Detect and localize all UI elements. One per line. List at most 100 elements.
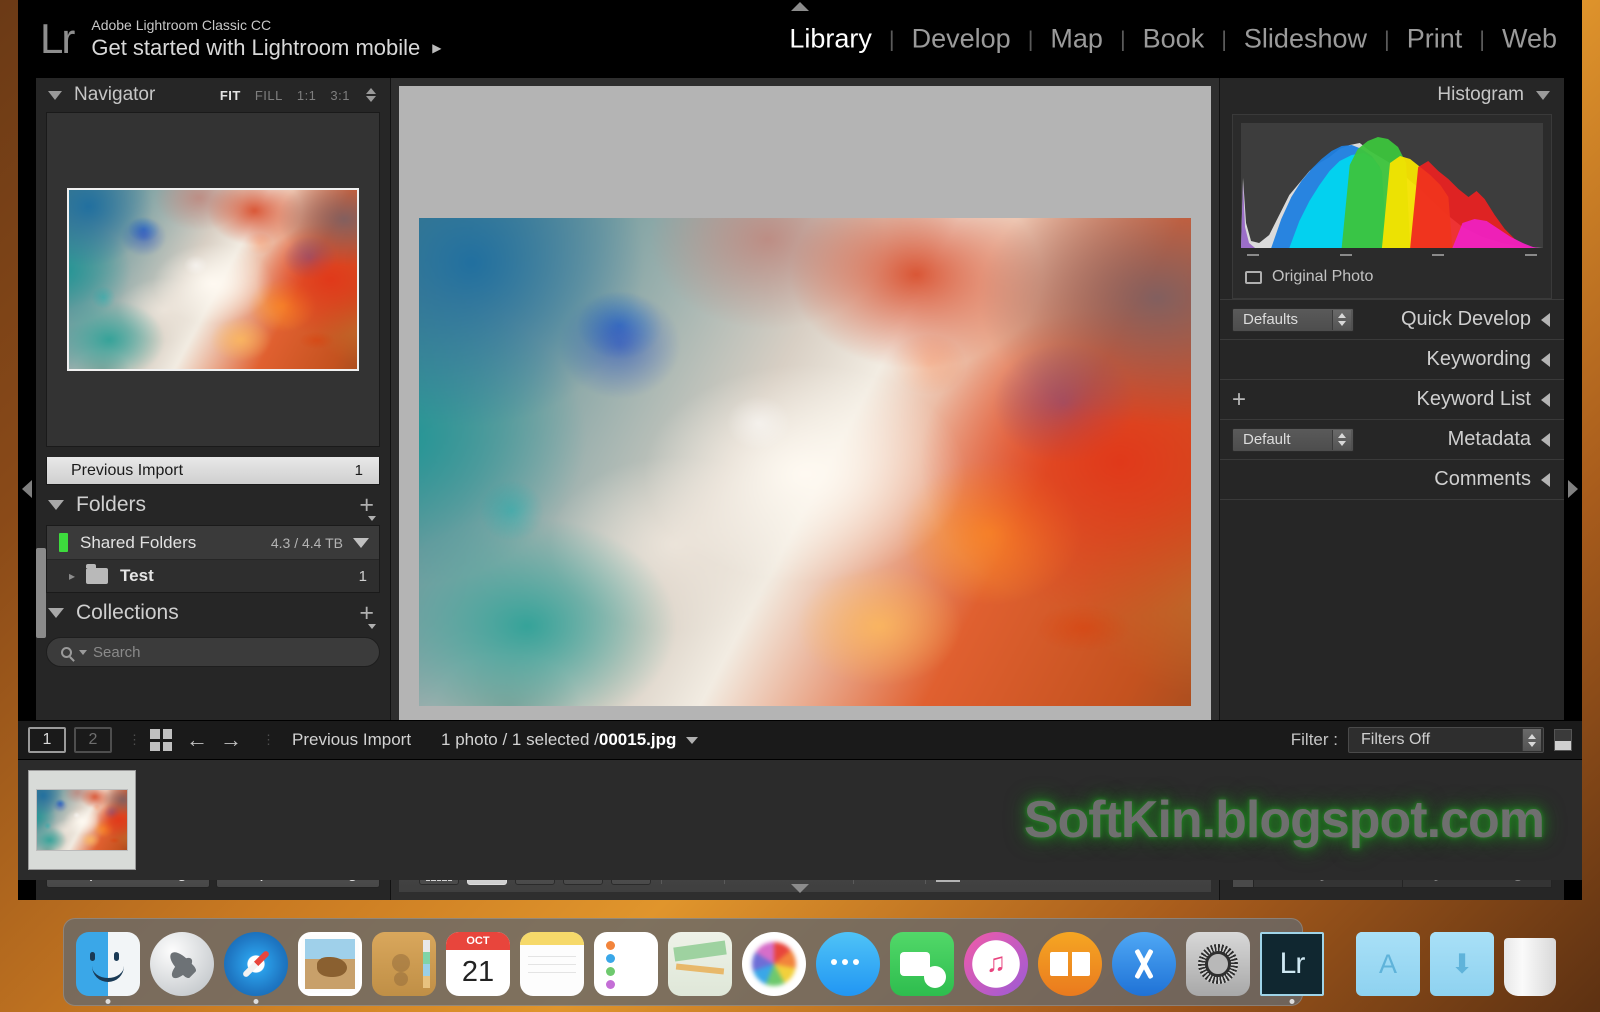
left-collapse-arrow-icon[interactable] [22,480,32,498]
search-icon [61,646,72,658]
module-library[interactable]: Library [772,24,889,55]
trash-icon [1504,938,1556,996]
filmstrip-collapse-arrow-icon[interactable] [791,884,809,893]
keyword-list-disclosure-icon[interactable] [1541,392,1550,407]
left-panel-scrollbar[interactable] [36,548,46,638]
zoom-3-1[interactable]: 3:1 [330,88,350,103]
panel-keywording[interactable]: Keywording [1220,339,1564,379]
filter-toggle-icon[interactable] [1554,729,1572,751]
filter-area: Filter : Filters Off [1291,727,1572,753]
launchpad-icon [150,932,214,996]
navigate-back-icon[interactable]: ← [186,729,208,751]
add-collection-button[interactable]: + [359,600,376,629]
filmstrip-selection-info: 1 photo / 1 selected /00015.jpg [441,730,676,750]
zoom-fit[interactable]: FIT [220,88,241,103]
dock-item-facetime[interactable] [890,928,954,996]
identity-plate-arrow-icon[interactable]: ▶ [432,41,441,56]
dock-item-finder[interactable] [76,928,140,1004]
dock-item-notes[interactable] [520,928,584,996]
module-slideshow[interactable]: Slideshow [1227,24,1384,55]
dock-item-reminders[interactable] [594,928,658,996]
panel-quick-develop[interactable]: Defaults Quick Develop [1220,299,1564,339]
identity-bar: Lr Adobe Lightroom Classic CC Get starte… [18,0,1582,78]
metadata-preset-select[interactable]: Default [1232,427,1354,452]
folders-header[interactable]: Folders + [36,485,390,525]
zoom-fill[interactable]: FILL [255,88,283,103]
select-stepper-icon[interactable] [1332,429,1351,450]
screen-1-button[interactable]: 1 [28,727,66,753]
module-book[interactable]: Book [1126,24,1222,55]
identity-plate[interactable]: Adobe Lightroom Classic CC Get started w… [91,16,441,62]
filmstrip-tray: SoftKin.blogspot.com [18,760,1582,880]
add-keyword-button[interactable]: + [1232,387,1246,412]
dock-item-safari[interactable] [224,928,288,1004]
dock-item-calendar[interactable]: OCT 21 [446,928,510,996]
folder-expand-icon[interactable]: ▸ [69,569,75,583]
navigator-preview[interactable] [46,112,380,447]
filmstrip-source-caret-icon[interactable] [686,736,699,744]
module-develop[interactable]: Develop [895,24,1028,55]
running-indicator [253,999,259,1004]
histogram-disclosure-icon[interactable] [1536,90,1550,100]
dock-item-lightroom[interactable]: Lr [1260,928,1324,1004]
filmstrip-thumbnail[interactable] [36,789,128,851]
folder-row-test[interactable]: ▸ Test 1 [47,560,379,592]
dock-item-mail[interactable] [298,928,362,996]
navigate-forward-icon[interactable]: → [220,729,242,751]
right-collapse-arrow-icon[interactable] [1568,480,1578,498]
navigator-thumbnail[interactable] [67,188,359,371]
dock-item-messages[interactable] [816,928,880,996]
collections-disclosure-icon[interactable] [48,608,64,618]
quick-develop-disclosure-icon[interactable] [1541,312,1550,327]
histogram-tick [1524,254,1537,256]
histogram-chart[interactable] [1241,123,1543,248]
folder-volume-row[interactable]: Shared Folders 4.3 / 4.4 TB [47,526,379,560]
dock-item-itunes[interactable] [964,928,1028,996]
comments-disclosure-icon[interactable] [1541,472,1550,487]
panel-keyword-list[interactable]: + Keyword List [1220,379,1564,419]
catalog-previous-import-row[interactable]: Previous Import 1 [46,457,380,485]
panel-comments[interactable]: Comments [1220,459,1564,499]
dock-item-downloads-folder[interactable]: ⬇ [1430,928,1494,996]
filmstrip-thumbnail-cell[interactable] [28,770,136,870]
main-photo[interactable] [419,218,1191,706]
module-map[interactable]: Map [1033,24,1120,55]
dock-item-launchpad[interactable] [150,928,214,996]
dock-item-system-preferences[interactable] [1186,928,1250,996]
dock-item-photos[interactable] [742,928,806,996]
module-print[interactable]: Print [1390,24,1480,55]
volume-disclosure-icon[interactable] [353,537,369,548]
zoom-1-1[interactable]: 1:1 [297,88,317,103]
navigator-header[interactable]: Navigator FIT FILL 1:1 3:1 [36,78,390,112]
select-stepper-icon[interactable] [1332,309,1351,330]
quick-develop-preset-value: Defaults [1243,311,1299,328]
original-photo-row[interactable]: Original Photo [1241,258,1543,290]
dock-item-ibooks[interactable] [1038,928,1102,996]
zoom-stepper[interactable] [366,88,376,102]
dock-item-app-store[interactable] [1112,928,1176,996]
dock-item-maps[interactable] [668,928,732,996]
dock-item-trash[interactable] [1504,928,1556,996]
lightroom-logo: Lr [40,15,75,62]
filter-select[interactable]: Filters Off [1348,727,1544,753]
histogram-header[interactable]: Histogram [1220,78,1564,112]
navigator-disclosure-icon[interactable] [48,90,62,100]
metadata-disclosure-icon[interactable] [1541,432,1550,447]
search-dropdown-icon[interactable] [79,649,87,655]
panel-metadata[interactable]: Default Metadata [1220,419,1564,459]
filmstrip-source-label[interactable]: Previous Import [292,730,411,750]
dock-item-applications-folder[interactable]: A [1356,928,1420,996]
add-folder-button[interactable]: + [359,492,376,521]
grid-view-icon[interactable] [150,729,172,751]
folders-disclosure-icon[interactable] [48,500,64,510]
mac-dock: OCT 21 Lr A ⬇ [63,918,1556,1006]
screen-2-button[interactable]: 2 [74,727,112,753]
top-panel-toggle-arrow[interactable] [791,2,809,11]
collections-header[interactable]: Collections + [36,593,390,633]
module-web[interactable]: Web [1485,24,1574,55]
filter-stepper-icon[interactable] [1522,729,1541,751]
collections-search-input[interactable]: Search [46,637,380,667]
dock-item-contacts[interactable] [372,928,436,996]
quick-develop-preset-select[interactable]: Defaults [1232,307,1354,332]
keywording-disclosure-icon[interactable] [1541,352,1550,367]
